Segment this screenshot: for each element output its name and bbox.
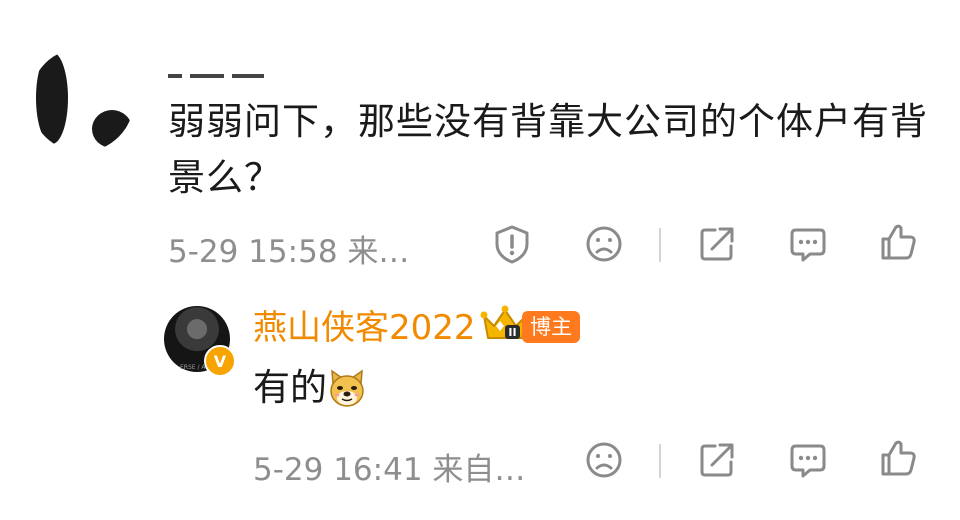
reply-meta: 5-29 16:41 来自… xyxy=(253,452,526,488)
commenter-name-obscured[interactable] xyxy=(168,58,268,80)
share-icon[interactable] xyxy=(697,224,737,264)
like-icon[interactable] xyxy=(878,222,918,262)
comment-meta: 5-29 15:58 来… xyxy=(168,234,410,270)
doge-emoji-icon xyxy=(327,368,367,408)
crown-level-text: II xyxy=(508,326,516,339)
report-icon[interactable] xyxy=(492,224,532,264)
reply-text: 有的 xyxy=(253,366,327,409)
frown-icon[interactable] xyxy=(584,440,624,480)
blogger-badge: 博主 xyxy=(522,311,580,343)
share-icon[interactable] xyxy=(697,440,737,480)
like-icon[interactable] xyxy=(878,438,918,478)
divider xyxy=(659,228,661,262)
replier-username[interactable]: 燕山侠客2022 xyxy=(253,300,476,349)
divider xyxy=(659,444,661,478)
verified-badge-icon: V xyxy=(204,345,236,377)
commenter-avatar[interactable] xyxy=(30,48,134,152)
comment-text: 弱弱问下，那些没有背靠大公司的个体户有背景么？ xyxy=(168,100,928,199)
frown-icon[interactable] xyxy=(584,224,624,264)
comment-icon[interactable] xyxy=(788,224,828,264)
comment-icon[interactable] xyxy=(788,440,828,480)
reply-text-line: 有的 xyxy=(253,364,367,412)
